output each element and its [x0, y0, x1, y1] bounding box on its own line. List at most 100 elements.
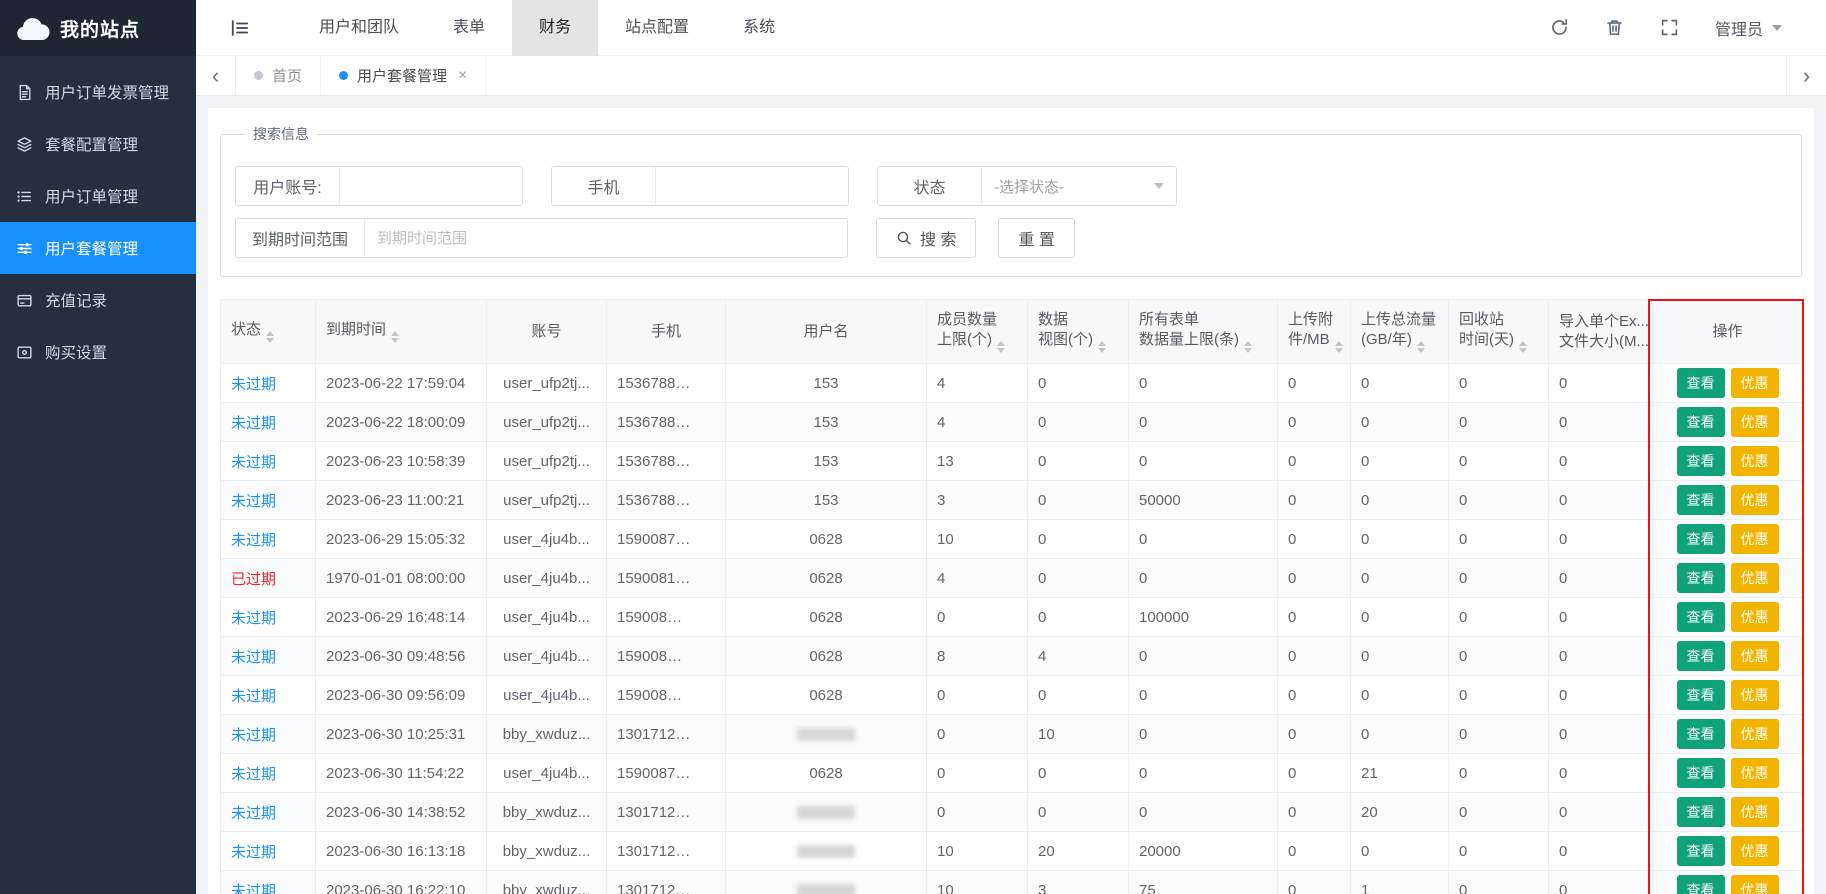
view-button[interactable]: 查看: [1677, 368, 1725, 398]
sidebar-item-invoice-management[interactable]: 用户订单发票管理: [0, 66, 196, 118]
sort-icon[interactable]: [1098, 341, 1106, 354]
view-button[interactable]: 查看: [1677, 797, 1725, 827]
refresh-icon[interactable]: [1550, 18, 1569, 37]
actions-cell: 查看优惠: [1653, 793, 1803, 832]
discount-button[interactable]: 优惠: [1731, 602, 1779, 632]
search-icon: [896, 230, 912, 246]
phone-field-group: 手机: [551, 166, 849, 206]
discount-button[interactable]: 优惠: [1731, 758, 1779, 788]
column-header-7[interactable]: 所有表单数据量上限(条): [1129, 300, 1278, 364]
discount-button[interactable]: 优惠: [1731, 719, 1779, 749]
discount-button[interactable]: 优惠: [1731, 446, 1779, 476]
discount-button[interactable]: 优惠: [1731, 485, 1779, 515]
member-limit-cell: 0: [927, 754, 1028, 793]
column-header-10[interactable]: 回收站时间(天): [1449, 300, 1549, 364]
sidebar-item-recharge-records[interactable]: 充值记录: [0, 274, 196, 326]
traffic-gb-cell: 20: [1351, 793, 1449, 832]
date-range-input[interactable]: [365, 219, 847, 257]
view-button[interactable]: 查看: [1677, 836, 1725, 866]
tab-user-package-management[interactable]: 用户套餐管理 ×: [321, 56, 486, 95]
column-header-8[interactable]: 上传附件/MB: [1278, 300, 1351, 364]
column-header-1[interactable]: 到期时间: [316, 300, 487, 364]
view-button[interactable]: 查看: [1677, 680, 1725, 710]
column-header-5[interactable]: 成员数量上限(个): [927, 300, 1028, 364]
fullscreen-icon[interactable]: [1660, 18, 1679, 37]
sidebar-item-user-package-management[interactable]: 用户套餐管理: [0, 222, 196, 274]
actions-cell: 查看优惠: [1653, 637, 1803, 676]
column-header-6[interactable]: 数据视图(个): [1028, 300, 1129, 364]
nav-item-site-config[interactable]: 站点配置: [598, 0, 716, 56]
tabs-scroll-left-icon[interactable]: ‹: [196, 56, 236, 95]
trash-icon[interactable]: [1605, 18, 1624, 37]
discount-button[interactable]: 优惠: [1731, 680, 1779, 710]
recycle-days-cell: 0: [1449, 871, 1549, 894]
admin-menu[interactable]: 管理员: [1715, 16, 1782, 40]
table-row: 未过期2023-06-30 09:56:09user_4ju4b...15900…: [221, 676, 1803, 715]
view-button[interactable]: 查看: [1677, 758, 1725, 788]
search-button[interactable]: 搜 索: [876, 218, 976, 258]
data-view-cell: 0: [1028, 481, 1129, 520]
view-button[interactable]: 查看: [1677, 446, 1725, 476]
member-limit-cell: 10: [927, 832, 1028, 871]
nav-item-system[interactable]: 系统: [716, 0, 802, 56]
view-button[interactable]: 查看: [1677, 641, 1725, 671]
sort-icon[interactable]: [997, 341, 1005, 354]
nav-item-forms[interactable]: 表单: [426, 0, 512, 56]
view-button[interactable]: 查看: [1677, 485, 1725, 515]
phone-cell: 159008: [607, 598, 726, 637]
table-row: 未过期2023-06-30 09:48:56user_4ju4b...15900…: [221, 637, 1803, 676]
sort-icon[interactable]: [1519, 341, 1527, 354]
sort-icon[interactable]: [1335, 341, 1343, 354]
sidebar-item-order-management[interactable]: 用户订单管理: [0, 170, 196, 222]
sort-icon[interactable]: [1417, 341, 1425, 354]
nav-item-finance[interactable]: 财务: [512, 0, 598, 56]
tabs-scroll-right-icon[interactable]: ›: [1786, 56, 1826, 95]
nav-item-users-teams[interactable]: 用户和团队: [292, 0, 426, 56]
phone-cell: 159008: [607, 637, 726, 676]
expire-time-cell: 2023-06-30 14:38:52: [316, 793, 487, 832]
view-button[interactable]: 查看: [1677, 875, 1725, 894]
discount-button[interactable]: 优惠: [1731, 875, 1779, 894]
discount-button[interactable]: 优惠: [1731, 407, 1779, 437]
content-area: 搜索信息 用户账号: 手机 状态 -选择状态-: [196, 96, 1826, 894]
phone-cell: 1590081: [607, 559, 726, 598]
recycle-days-cell: 0: [1449, 832, 1549, 871]
import-size-cell: 0: [1549, 754, 1653, 793]
view-button[interactable]: 查看: [1677, 719, 1725, 749]
discount-button[interactable]: 优惠: [1731, 797, 1779, 827]
view-button[interactable]: 查看: [1677, 602, 1725, 632]
discount-button[interactable]: 优惠: [1731, 368, 1779, 398]
sidebar-item-package-config[interactable]: 套餐配置管理: [0, 118, 196, 170]
column-header-0[interactable]: 状态: [221, 300, 316, 364]
status-cell: 未过期: [221, 364, 316, 403]
view-button[interactable]: 查看: [1677, 524, 1725, 554]
sort-icon[interactable]: [391, 331, 399, 344]
discount-button[interactable]: 优惠: [1731, 524, 1779, 554]
top-navbar: 用户和团队 表单 财务 站点配置 系统 管理员: [196, 0, 1826, 56]
import-size-cell: 0: [1549, 871, 1653, 894]
status-select[interactable]: 状态 -选择状态-: [877, 166, 1177, 206]
tab-home[interactable]: 首页: [236, 56, 321, 95]
view-button[interactable]: 查看: [1677, 563, 1725, 593]
upload-mb-cell: 0: [1278, 403, 1351, 442]
form-data-limit-cell: 0: [1129, 754, 1278, 793]
collapse-menu-icon[interactable]: [230, 18, 250, 38]
traffic-gb-cell: 0: [1351, 559, 1449, 598]
form-data-limit-cell: 75: [1129, 871, 1278, 894]
tab-dot-icon: [339, 71, 348, 80]
account-input[interactable]: [340, 167, 522, 205]
column-header-9[interactable]: 上传总流量(GB/年): [1351, 300, 1449, 364]
discount-button[interactable]: 优惠: [1731, 641, 1779, 671]
discount-button[interactable]: 优惠: [1731, 563, 1779, 593]
phone-input[interactable]: [656, 167, 848, 205]
view-button[interactable]: 查看: [1677, 407, 1725, 437]
sidebar-item-purchase-settings[interactable]: 购买设置: [0, 326, 196, 378]
import-size-cell: 0: [1549, 364, 1653, 403]
sort-icon[interactable]: [1244, 341, 1252, 354]
sort-icon[interactable]: [266, 331, 274, 344]
reset-button[interactable]: 重 置: [998, 218, 1074, 258]
table-row: 未过期2023-06-22 18:00:09user_ufp2tj...1536…: [221, 403, 1803, 442]
discount-button[interactable]: 优惠: [1731, 836, 1779, 866]
close-icon[interactable]: ×: [458, 67, 467, 85]
member-limit-cell: 8: [927, 637, 1028, 676]
